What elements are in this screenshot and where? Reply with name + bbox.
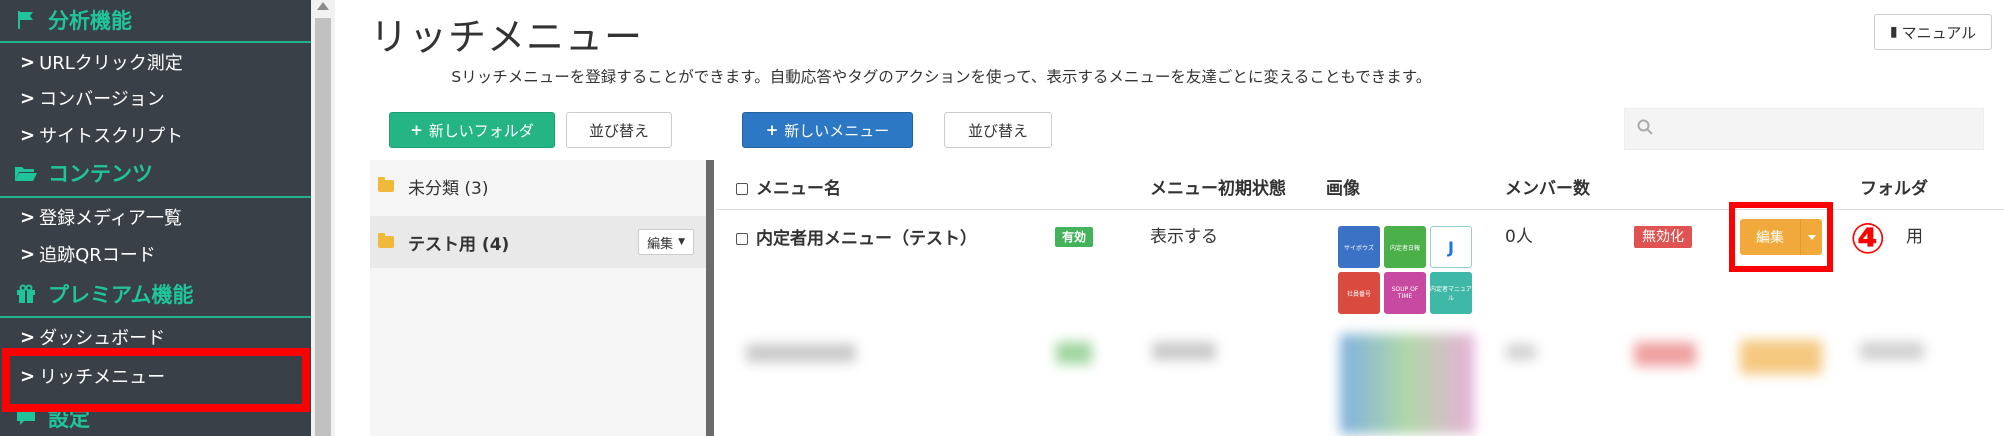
divider [0,196,311,198]
chevron-right-icon: > [20,124,36,146]
search-box[interactable] [1624,108,1984,150]
disable-button-label: 無効化 [1634,226,1692,248]
sidebar-item-label: 追跡QRコード [39,245,156,266]
chevron-right-icon: > [20,326,36,348]
sidebar-section-label: 分析機能 [48,9,132,33]
blurred-block [746,344,856,362]
blurred-block [1740,340,1822,374]
sidebar-item-label: 登録メディア一覧 [39,208,182,229]
column-header-folder[interactable]: フォルダ [1860,174,1928,199]
flag-icon [14,9,38,31]
chevron-right-icon: > [20,243,36,265]
sidebar-section-label: コンテンツ [48,162,153,186]
status-badge: 有効 [1055,226,1094,247]
column-header-image: 画像 [1326,179,1360,199]
sidebar-item-url-click[interactable]: > URLクリック測定 [0,44,311,80]
manual-button-label: マニュアル [1901,23,1977,42]
new-folder-button[interactable]: + 新しいフォルダ [389,112,555,148]
blurred-block [1152,342,1216,360]
rich-menu-thumbnail[interactable]: サイボウズ 内定者日報 J 社員番号 SOUP OF TIME 内定者マニュアル [1338,226,1472,314]
member-count: 0人 [1505,227,1533,247]
sidebar-item-label: コンバージョン [39,89,165,110]
sidebar-item-label: ダッシュボード [39,328,166,349]
rich-menu-tile: サイボウズ [1338,226,1380,268]
gift-icon [14,283,38,305]
sidebar-item-media-list[interactable]: > 登録メディア一覧 [0,199,311,235]
new-menu-button[interactable]: + 新しいメニュー [742,112,913,148]
rich-menu-tile: 社員番号 [1338,272,1380,314]
caret-down-icon: ▼ [678,237,685,247]
folder-open-icon [378,233,394,248]
folder-edit-label: 編集 [647,236,674,252]
manual-button[interactable]: ▮ マニュアル [1874,14,1992,50]
blurred-block [1340,334,1474,434]
blurred-block [1506,344,1536,360]
book-icon: ▮ [1889,24,1898,40]
sidebar-item-conversion[interactable]: > コンバージョン [0,80,311,116]
folder-label: テスト用 (4) [408,234,510,255]
folder-value: 用 [1906,227,1923,247]
sidebar-item-qr-code[interactable]: > 追跡QRコード [0,236,311,272]
sort-folders-button[interactable]: 並び替え [566,112,672,148]
rich-menu-tile: J [1430,226,1472,268]
rich-menu-tile: SOUP OF TIME [1384,272,1426,314]
blurred-block [1860,342,1924,360]
folder-edit-button[interactable]: 編集 ▼ [638,229,694,255]
chevron-right-icon: > [20,206,36,228]
annotation-step-number: ④ [1850,214,1886,263]
folder-item-uncategorized[interactable]: 未分類 (3) [370,160,708,212]
divider [0,316,311,318]
search-input[interactable] [1665,109,1975,149]
sidebar-scrollbar[interactable] [311,0,335,436]
folder-item-test[interactable]: テスト用 (4) 編集 ▼ [370,216,708,268]
column-header-members[interactable]: メンバー数 [1505,174,1590,199]
plus-icon: + [410,121,423,139]
sidebar-item-label: URLクリック測定 [39,53,183,74]
blurred-block [1634,342,1696,366]
select-all-checkbox[interactable] [736,183,748,195]
divider [0,41,311,43]
status-badge-label: 有効 [1055,227,1094,247]
row-checkbox[interactable] [736,233,748,245]
chevron-right-icon: > [20,51,36,73]
sidebar-section-label: プレミアム機能 [48,283,194,307]
new-folder-label: 新しいフォルダ [428,121,534,140]
folder-label: 未分類 (3) [408,178,489,199]
plus-icon: + [765,121,779,139]
scroll-up-arrow-icon[interactable] [317,2,329,10]
column-header-name: メニュー名 [736,174,841,199]
sidebar-section-contents[interactable]: コンテンツ [0,155,311,191]
new-menu-label: 新しいメニュー [784,121,890,140]
sidebar-item-label: サイトスクリプト [39,126,184,147]
column-header-initial-state[interactable]: メニュー初期状態 [1150,174,1286,199]
pane-divider[interactable] [706,160,714,436]
sidebar-section-premium[interactable]: プレミアム機能 [0,276,311,312]
table-row-name[interactable]: 内定者用メニュー（テスト） [736,224,977,249]
annotation-highlight-sidebar [2,348,310,412]
sidebar-section-analytics[interactable]: 分析機能 [0,2,311,38]
column-label: メニュー名 [756,179,841,199]
menu-name: 内定者用メニュー（テスト） [756,229,977,249]
sidebar: 分析機能 > URLクリック測定 > コンバージョン > サイトスクリプト コン… [0,0,311,436]
initial-state-value: 表示する [1150,227,1218,247]
disable-button[interactable]: 無効化 [1634,226,1692,248]
blurred-table-row [716,328,2004,436]
sidebar-item-site-script[interactable]: > サイトスクリプト [0,117,311,153]
sort-menus-button[interactable]: 並び替え [944,112,1052,148]
annotation-highlight-edit [1729,202,1833,272]
app-root: 分析機能 > URLクリック測定 > コンバージョン > サイトスクリプト コン… [0,0,2004,436]
chevron-right-icon: > [20,87,36,109]
folder-open-icon [14,162,38,184]
folder-list: 未分類 (3) テスト用 (4) 編集 ▼ [370,160,708,436]
folder-icon [378,177,394,192]
search-icon [1637,119,1653,139]
page-title: リッチメニュー [370,15,644,59]
rich-menu-tile: 内定者日報 [1384,226,1426,268]
scrollbar-thumb[interactable] [315,18,331,436]
rich-menu-tile: 内定者マニュアル [1430,272,1472,314]
page-description: Sリッチメニューを登録することができます。自動応答やタグのアクションを使って、表… [400,68,1432,86]
blurred-block [1056,342,1092,364]
